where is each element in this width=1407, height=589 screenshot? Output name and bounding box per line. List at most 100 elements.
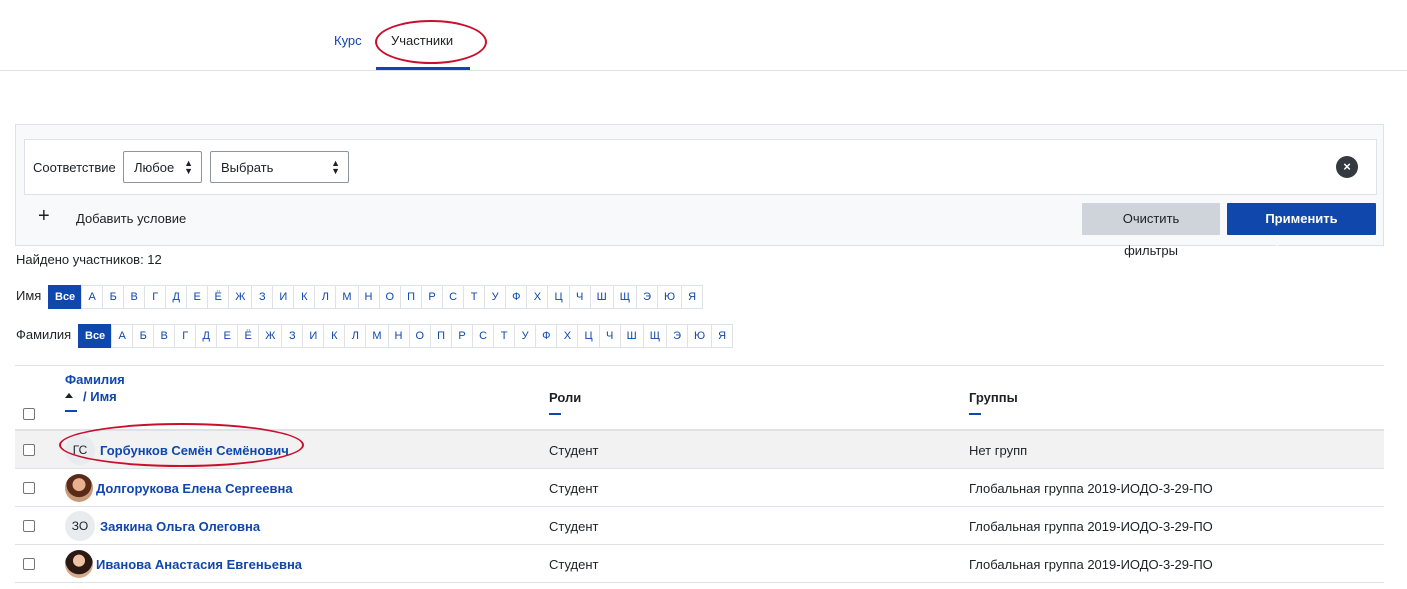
participant-role: Студент <box>549 443 599 458</box>
lastname-initial-letter[interactable]: П <box>430 324 453 348</box>
table-row: ЗО Заякина Ольга Олеговна Студент Глобал… <box>15 507 1384 545</box>
lastname-initial-letter[interactable]: Ш <box>619 324 644 348</box>
lastname-initial-letter[interactable]: С <box>472 324 495 348</box>
firstname-initial-letter[interactable]: Р <box>421 285 444 309</box>
name-column-header: Фамилия / Имя <box>65 372 125 412</box>
lastname-initial-letter[interactable]: Г <box>174 324 197 348</box>
table-row: Долгорукова Елена Сергеевна Студент Глоб… <box>15 469 1384 507</box>
lastname-initial-letter[interactable]: Р <box>451 324 474 348</box>
participant-name-link[interactable]: Заякина Ольга Олеговна <box>100 519 260 534</box>
table-row: Иванова Анастасия Евгеньевна Студент Гло… <box>15 545 1384 583</box>
select-all-checkbox[interactable] <box>23 408 35 420</box>
firstname-initial-letter[interactable]: П <box>400 285 423 309</box>
firstname-initial-letter[interactable]: Л <box>314 285 337 309</box>
participant-name-link[interactable]: Долгорукова Елена Сергеевна <box>96 481 293 496</box>
row-checkbox[interactable] <box>23 520 35 532</box>
firstname-initial-letter[interactable]: Г <box>144 285 167 309</box>
lastname-initial-letter[interactable]: А <box>111 324 134 348</box>
participants-count: Найдено участников: 12 <box>16 252 162 267</box>
firstname-initial-letter[interactable]: Е <box>186 285 209 309</box>
participant-group: Глобальная группа 2019-ИОДО-3-29-ПО <box>969 519 1213 534</box>
lastname-initial-letter[interactable]: К <box>323 324 346 348</box>
active-tab-indicator <box>376 67 470 70</box>
firstname-initial-letter[interactable]: В <box>123 285 146 309</box>
participant-group: Глобальная группа 2019-ИОДО-3-29-ПО <box>969 557 1213 572</box>
firstname-initial-letter[interactable]: Я <box>681 285 704 309</box>
lastname-initial-letter[interactable]: Т <box>493 324 516 348</box>
firstname-initial-letter[interactable]: Ш <box>589 285 614 309</box>
lastname-initial-letter[interactable]: Ж <box>258 324 283 348</box>
table-header: Фамилия / Имя Роли Группы <box>15 366 1384 431</box>
firstname-initial-all[interactable]: Все <box>48 285 83 309</box>
apply-filters-button[interactable]: Применить фильтры <box>1227 203 1376 258</box>
collapse-column-icon[interactable] <box>65 410 77 412</box>
firstname-initials-label: Имя <box>16 288 42 303</box>
row-checkbox[interactable] <box>23 558 35 570</box>
firstname-initial-letter[interactable]: Э <box>636 285 659 309</box>
lastname-initial-letter[interactable]: О <box>408 324 432 348</box>
collapse-column-icon[interactable] <box>969 413 981 415</box>
participant-name-link[interactable]: Иванова Анастасия Евгеньевна <box>96 557 302 572</box>
tab-course[interactable]: Курс <box>334 33 362 48</box>
row-checkbox[interactable] <box>23 444 35 456</box>
firstname-initial-letter[interactable]: Н <box>357 285 380 309</box>
firstname-initial-letter[interactable]: Ч <box>568 285 591 309</box>
firstname-initial-letter[interactable]: У <box>484 285 507 309</box>
lastname-initial-letter[interactable]: Ф <box>535 324 558 348</box>
lastname-initial-letter[interactable]: Н <box>387 324 410 348</box>
firstname-initial-letter[interactable]: М <box>335 285 359 309</box>
lastname-initial-all[interactable]: Все <box>78 324 113 348</box>
avatar <box>65 550 93 578</box>
lastname-initial-letter[interactable]: Д <box>195 324 218 348</box>
lastname-initial-letter[interactable]: Щ <box>642 324 668 348</box>
lastname-initial-letter[interactable]: Ё <box>237 324 260 348</box>
sort-by-firstname-link[interactable]: / Имя <box>83 389 117 404</box>
lastname-initial-letter[interactable]: Я <box>711 324 734 348</box>
firstname-initial-letter[interactable]: А <box>81 285 104 309</box>
filter-type-value: Выбрать <box>221 160 274 175</box>
firstname-initial-letter[interactable]: Ц <box>547 285 570 309</box>
participant-name-link[interactable]: Горбунков Семён Семёнович <box>100 443 289 458</box>
lastname-initial-letter[interactable]: Ц <box>577 324 600 348</box>
lastname-initial-letter[interactable]: Л <box>344 324 367 348</box>
lastname-initial-letter[interactable]: Ю <box>687 324 713 348</box>
secondary-navigation: Курс Участники <box>0 0 1407 71</box>
plus-icon[interactable]: + <box>38 205 50 228</box>
firstname-initial-letter[interactable]: С <box>442 285 465 309</box>
firstname-initial-letter[interactable]: Т <box>463 285 486 309</box>
lastname-initial-letter[interactable]: З <box>281 324 304 348</box>
match-select[interactable]: Любое ▲ ▼ <box>123 151 202 183</box>
sort-by-lastname-link[interactable]: Фамилия <box>65 372 125 387</box>
lastname-initial-letter[interactable]: М <box>365 324 389 348</box>
clear-filters-button[interactable]: Очистить фильтры <box>1082 203 1220 258</box>
row-checkbox[interactable] <box>23 482 35 494</box>
firstname-initial-letter[interactable]: Х <box>526 285 549 309</box>
firstname-initial-letter[interactable]: Ё <box>207 285 230 309</box>
roles-header-label: Роли <box>549 390 582 405</box>
firstname-initial-letter[interactable]: О <box>378 285 402 309</box>
firstname-initial-letter[interactable]: Ж <box>228 285 253 309</box>
lastname-initial-letter[interactable]: И <box>302 324 325 348</box>
add-condition-button[interactable]: Добавить условие <box>76 211 186 226</box>
lastname-initial-letter[interactable]: Е <box>216 324 239 348</box>
firstname-initial-letter[interactable]: Ф <box>505 285 528 309</box>
firstname-initial-letter[interactable]: К <box>293 285 316 309</box>
lastname-initial-letter[interactable]: В <box>153 324 176 348</box>
lastname-initial-letter[interactable]: Э <box>666 324 689 348</box>
firstname-initial-letter[interactable]: И <box>272 285 295 309</box>
firstname-initial-letter[interactable]: Д <box>165 285 188 309</box>
firstname-initial-letter[interactable]: Ю <box>657 285 683 309</box>
lastname-initial-letter[interactable]: У <box>514 324 537 348</box>
collapse-column-icon[interactable] <box>549 413 561 415</box>
lastname-initial-letter[interactable]: Б <box>132 324 155 348</box>
firstname-initial-letter[interactable]: З <box>251 285 274 309</box>
participant-group: Глобальная группа 2019-ИОДО-3-29-ПО <box>969 481 1213 496</box>
lastname-initial-letter[interactable]: Ч <box>598 324 621 348</box>
firstname-initial-letter[interactable]: Щ <box>612 285 638 309</box>
filter-type-select[interactable]: Выбрать ▲ ▼ <box>210 151 349 183</box>
table-row: ГС Горбунков Семён Семёнович Студент Нет… <box>15 431 1384 469</box>
lastname-initial-letter[interactable]: Х <box>556 324 579 348</box>
tab-participants[interactable]: Участники <box>391 33 453 48</box>
firstname-initial-letter[interactable]: Б <box>102 285 125 309</box>
remove-condition-close-icon[interactable]: × <box>1336 156 1358 178</box>
